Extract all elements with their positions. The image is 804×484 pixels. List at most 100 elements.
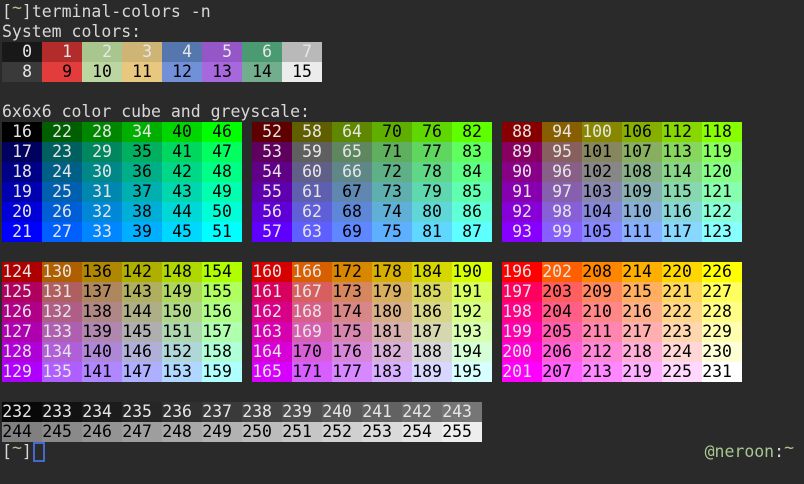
- system-colors-heading: System colors:: [2, 22, 802, 42]
- color-cell-54: 54: [252, 162, 292, 182]
- color-cell-0: 0: [2, 42, 42, 62]
- cube-row-200: 200206212218224230: [502, 342, 742, 362]
- color-cell-45: 45: [162, 222, 202, 242]
- color-cell-71: 71: [372, 142, 412, 162]
- color-cell-135: 135: [42, 362, 82, 382]
- terminal-screen[interactable]: [~]terminal-colors -n System colors: 0 12…: [0, 0, 802, 482]
- color-cell-57: 57: [252, 222, 292, 242]
- cube-row-55: 556167737985: [252, 182, 492, 202]
- cube-block-160: 1601661721781841901611671731791851911621…: [252, 262, 492, 382]
- color-cell-233: 233: [42, 402, 82, 422]
- color-cell-12: 12: [162, 62, 202, 82]
- color-cell-163: 163: [252, 322, 292, 342]
- color-cell-5: 5: [202, 42, 242, 62]
- color-cell-142: 142: [122, 262, 162, 282]
- color-cell-240: 240: [322, 402, 362, 422]
- color-cell-44: 44: [162, 202, 202, 222]
- color-cell-139: 139: [82, 322, 122, 342]
- color-cell-254: 254: [402, 422, 442, 442]
- color-cell-173: 173: [332, 282, 372, 302]
- color-cell-243: 243: [442, 402, 482, 422]
- cube-heading: 6x6x6 color cube and greyscale:: [2, 102, 802, 122]
- color-cell-82: 82: [452, 122, 492, 142]
- color-cell-39: 39: [122, 222, 162, 242]
- color-cell-101: 101: [582, 142, 622, 162]
- color-cell-125: 125: [2, 282, 42, 302]
- color-cell-145: 145: [122, 322, 162, 342]
- color-cell-237: 237: [202, 402, 242, 422]
- color-cell-83: 83: [452, 142, 492, 162]
- cube-group-1: 1622283440461723293541471824303642481925…: [2, 122, 802, 242]
- color-cell-96: 96: [542, 162, 582, 182]
- color-cell-196: 196: [502, 262, 542, 282]
- color-cell-151: 151: [162, 322, 202, 342]
- cube-row-199: 199205211217223229: [502, 322, 742, 342]
- color-cell-103: 103: [582, 182, 622, 202]
- color-cell-158: 158: [202, 342, 242, 362]
- color-cell-11: 11: [122, 62, 162, 82]
- color-cell-14: 14: [242, 62, 282, 82]
- color-cell-129: 129: [2, 362, 42, 382]
- color-cell-162: 162: [252, 302, 292, 322]
- color-cell-232: 232: [2, 402, 42, 422]
- color-cell-223: 223: [662, 322, 702, 342]
- color-cell-19: 19: [2, 182, 42, 202]
- color-cell-177: 177: [332, 362, 372, 382]
- color-cell-13: 13: [202, 62, 242, 82]
- color-cell-234: 234: [82, 402, 122, 422]
- prompt-line-top: [~]terminal-colors -n: [2, 2, 802, 22]
- color-cell-31: 31: [82, 182, 122, 202]
- color-cell-137: 137: [82, 282, 122, 302]
- color-cell-152: 152: [162, 342, 202, 362]
- color-cell-109: 109: [622, 182, 662, 202]
- color-cell-238: 238: [242, 402, 282, 422]
- cube-row-196: 196202208214220226: [502, 262, 742, 282]
- color-cell-18: 18: [2, 162, 42, 182]
- color-cell-75: 75: [372, 222, 412, 242]
- color-cell-24: 24: [42, 162, 82, 182]
- color-cell-127: 127: [2, 322, 42, 342]
- color-cell-41: 41: [162, 142, 202, 162]
- cube-block-88: 8894100106112118899510110711311990961021…: [502, 122, 742, 242]
- color-cell-93: 93: [502, 222, 542, 242]
- color-cell-4: 4: [162, 42, 202, 62]
- color-cell-204: 204: [542, 302, 582, 322]
- color-cell-219: 219: [622, 362, 662, 382]
- color-cell-138: 138: [82, 302, 122, 322]
- cube-row-198: 198204210216222228: [502, 302, 742, 322]
- command-text: terminal-colors -n: [32, 2, 211, 21]
- color-cell-110: 110: [622, 202, 662, 222]
- color-cell-89: 89: [502, 142, 542, 162]
- color-cell-202: 202: [542, 262, 582, 282]
- color-cell-131: 131: [42, 282, 82, 302]
- prompt-bracket-close: ]: [22, 442, 32, 461]
- color-cell-244: 244: [2, 422, 42, 442]
- color-cell-88: 88: [502, 122, 542, 142]
- color-cell-104: 104: [582, 202, 622, 222]
- color-cell-73: 73: [372, 182, 412, 202]
- color-cell-108: 108: [622, 162, 662, 182]
- color-cell-105: 105: [582, 222, 622, 242]
- color-cell-147: 147: [122, 362, 162, 382]
- color-cell-203: 203: [542, 282, 582, 302]
- color-cell-249: 249: [202, 422, 242, 442]
- color-cell-160: 160: [252, 262, 292, 282]
- color-cell-50: 50: [202, 202, 242, 222]
- color-cell-209: 209: [582, 282, 622, 302]
- prompt-dir: ~: [12, 0, 22, 17]
- color-cell-112: 112: [662, 122, 702, 142]
- color-cell-197: 197: [502, 282, 542, 302]
- color-cell-148: 148: [162, 262, 202, 282]
- color-cell-63: 63: [292, 222, 332, 242]
- color-cell-98: 98: [542, 202, 582, 222]
- color-cell-32: 32: [82, 202, 122, 222]
- cube-row-127: 127133139145151157: [2, 322, 242, 342]
- cube-row-165: 165171177183189195: [252, 362, 492, 382]
- color-cell-245: 245: [42, 422, 82, 442]
- color-cell-239: 239: [282, 402, 322, 422]
- color-cell-212: 212: [582, 342, 622, 362]
- rprompt-user-host: @neroon: [705, 442, 775, 461]
- color-cell-99: 99: [542, 222, 582, 242]
- rprompt-dir: ~: [784, 438, 794, 457]
- color-cell-84: 84: [452, 162, 492, 182]
